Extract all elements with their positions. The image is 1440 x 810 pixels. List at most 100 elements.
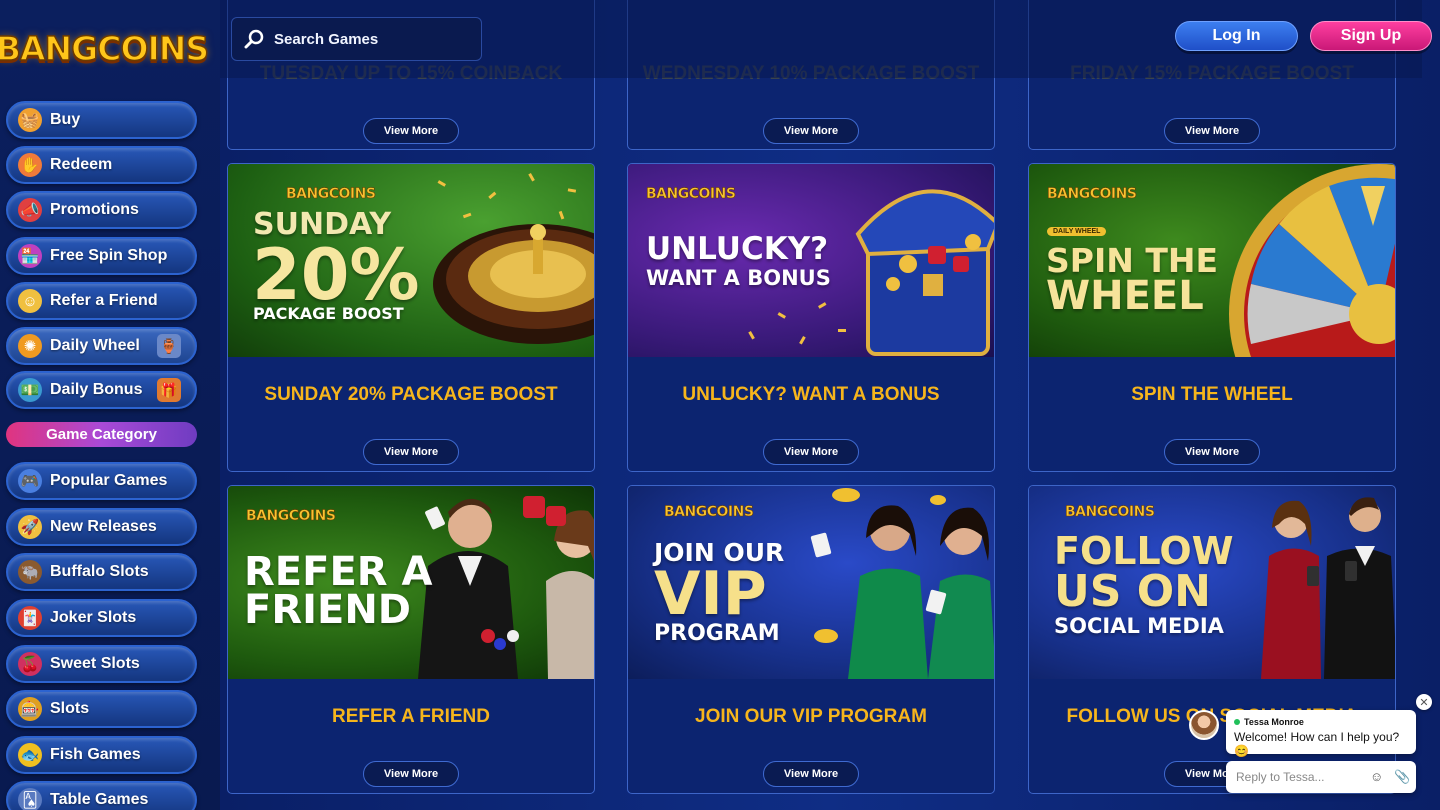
basket-icon: 🧺 xyxy=(18,108,42,132)
daily-wheel-tag: DAILY WHEEL xyxy=(1047,227,1107,236)
shop-icon: 🏪 xyxy=(18,244,42,268)
banner-line1: FOLLOW xyxy=(1054,529,1234,573)
sidebar-item-label: Daily Wheel xyxy=(50,337,140,354)
sidebar-item-label: Sweet Slots xyxy=(50,655,140,672)
chat-close-icon[interactable]: ✕ xyxy=(1416,694,1432,710)
sidebar-item-label: Free Spin Shop xyxy=(50,247,168,264)
promo-banner[interactable]: BANGCOINS SUNDAY 20% PACKAGE BOOST xyxy=(228,164,594,357)
attachment-icon[interactable]: 📎 xyxy=(1394,769,1410,785)
promo-card-sunday-boost: BANGCOINS SUNDAY 20% PACKAGE BOOST SUNDA… xyxy=(227,163,595,472)
view-more-button[interactable]: View More xyxy=(763,761,859,787)
sidebar-item-joker-slots[interactable]: 🃏 Joker Slots xyxy=(6,599,197,637)
banner-line2: VIP xyxy=(654,559,767,629)
banner-line1: REFER A xyxy=(244,549,433,595)
promo-title: UNLUCKY? WANT A BONUS xyxy=(682,384,940,405)
sidebar-item-label: Popular Games xyxy=(50,472,168,489)
sidebar-item-label: Joker Slots xyxy=(50,609,137,626)
sidebar-item-slots[interactable]: 🎰 Slots xyxy=(6,690,197,728)
sidebar-item-label: Slots xyxy=(50,700,90,717)
view-more-button[interactable]: View More xyxy=(363,118,459,144)
login-button[interactable]: Log In xyxy=(1175,21,1298,51)
view-more-button[interactable]: View More xyxy=(763,118,859,144)
signup-button[interactable]: Sign Up xyxy=(1310,21,1432,51)
hand-coin-icon: ✋ xyxy=(18,153,42,177)
sidebar-item-daily-wheel[interactable]: ✺ Daily Wheel 🏺 xyxy=(6,327,197,365)
banner-line3: PACKAGE BOOST xyxy=(253,304,404,323)
emoji-icon[interactable]: ☺ xyxy=(1370,769,1383,784)
sidebar-item-label: Redeem xyxy=(50,156,113,173)
chat-reply-input[interactable]: Reply to Tessa... ☺ 📎 xyxy=(1226,761,1416,793)
banner-brand: BANGCOINS xyxy=(1047,186,1138,203)
chat-agent-avatar[interactable] xyxy=(1189,710,1219,740)
slot-machine-icon: 🎰 xyxy=(18,697,42,721)
sidebar-item-label: New Releases xyxy=(50,518,157,535)
view-more-button[interactable]: View More xyxy=(363,761,459,787)
sidebar-item-table-games[interactable]: 🂡 Table Games xyxy=(6,781,197,810)
sidebar-item-redeem[interactable]: ✋ Redeem xyxy=(6,146,197,184)
sidebar-item-label: Daily Bonus xyxy=(50,381,143,398)
promotions-grid: TUESDAY UP TO 15% COINBACK View More WED… xyxy=(220,0,1440,810)
cards-icon: 🂡 xyxy=(18,788,42,810)
promo-title: JOIN OUR VIP PROGRAM xyxy=(695,706,927,727)
banner-line2: WANT A BONUS xyxy=(646,266,831,290)
gift-icon: 🎁 xyxy=(157,378,181,402)
prize-icon: 🏺 xyxy=(157,334,181,358)
joker-icon: 🃏 xyxy=(18,606,42,630)
banner-brand: BANGCOINS xyxy=(246,508,337,525)
view-more-button[interactable]: View More xyxy=(1164,118,1260,144)
banner-brand: BANGCOINS xyxy=(1065,504,1156,521)
promo-card-refer-friend: BANGCOINS REFER A FRIEND REFER A FRIEND … xyxy=(227,485,595,794)
game-category-header: Game Category xyxy=(6,422,197,447)
sidebar-item-promotions[interactable]: 📣 Promotions xyxy=(6,191,197,229)
online-status-icon xyxy=(1234,719,1240,725)
sidebar-item-fish-games[interactable]: 🐟 Fish Games xyxy=(6,736,197,774)
promo-banner[interactable]: BANGCOINS DAILY WHEEL SPIN THE WHEEL xyxy=(1029,164,1395,357)
logo-text: BANGCOINS xyxy=(0,28,210,69)
promo-card-unlucky-bonus: BANGCOINS UNLUCKY? WANT A BONUS UNLUCKY?… xyxy=(627,163,995,472)
chat-message-bubble[interactable]: Tessa Monroe Welcome! How can I help you… xyxy=(1226,710,1416,758)
sidebar-item-label: Table Games xyxy=(50,791,149,808)
sidebar-item-sweet-slots[interactable]: 🍒 Sweet Slots xyxy=(6,645,197,683)
agent-name-text: Tessa Monroe xyxy=(1244,717,1304,727)
sidebar-item-refer-a-friend[interactable]: ☺ Refer a Friend xyxy=(6,282,197,320)
promo-title: REFER A FRIEND xyxy=(332,706,490,727)
friend-icon: ☺ xyxy=(18,289,42,313)
gamepad-icon: 🎮 xyxy=(18,469,42,493)
chat-message-text: Welcome! How can I help you? 😊 xyxy=(1234,730,1400,758)
sidebar-item-label: Buy xyxy=(50,111,81,128)
search-input[interactable]: Search Games xyxy=(231,17,482,61)
sidebar-item-free-spin-shop[interactable]: 🏪 Free Spin Shop xyxy=(6,237,197,275)
search-placeholder: Search Games xyxy=(274,30,379,48)
sidebar: BANGCOINS 🧺 Buy ✋ Redeem 📣 Promotions 🏪 … xyxy=(0,0,220,810)
promo-title: SUNDAY 20% PACKAGE BOOST xyxy=(264,384,558,405)
rocket-icon: 🚀 xyxy=(18,515,42,539)
promo-banner[interactable]: BANGCOINS REFER A FRIEND xyxy=(228,486,594,679)
sidebar-item-daily-bonus[interactable]: 💵 Daily Bonus 🎁 xyxy=(6,371,197,409)
sidebar-item-buy[interactable]: 🧺 Buy xyxy=(6,101,197,139)
sidebar-item-label: Promotions xyxy=(50,201,139,218)
sidebar-item-label: Fish Games xyxy=(50,746,141,763)
fish-icon: 🐟 xyxy=(18,743,42,767)
promo-banner[interactable]: BANGCOINS FOLLOW US ON SOCIAL MEDIA xyxy=(1029,486,1395,679)
promo-card-vip-program: BANGCOINS JOIN OUR VIP PROGRAM JOIN OUR … xyxy=(627,485,995,794)
promo-banner[interactable]: BANGCOINS JOIN OUR VIP PROGRAM xyxy=(628,486,994,679)
megaphone-icon: 📣 xyxy=(18,198,42,222)
wheel-icon: ✺ xyxy=(18,334,42,358)
cherry-icon: 🍒 xyxy=(18,652,42,676)
banner-line2: FRIEND xyxy=(244,587,412,633)
brand-logo[interactable]: BANGCOINS xyxy=(0,26,210,70)
banner-line3: PROGRAM xyxy=(654,621,780,646)
sidebar-item-popular-games[interactable]: 🎮 Popular Games xyxy=(6,462,197,500)
sidebar-item-new-releases[interactable]: 🚀 New Releases xyxy=(6,508,197,546)
view-more-button[interactable]: View More xyxy=(1164,439,1260,465)
bonus-icon: 💵 xyxy=(18,378,42,402)
view-more-button[interactable]: View More xyxy=(763,439,859,465)
banner-brand: BANGCOINS xyxy=(664,504,755,521)
view-more-button[interactable]: View More xyxy=(363,439,459,465)
search-icon xyxy=(244,29,264,49)
banner-line3: SOCIAL MEDIA xyxy=(1054,614,1224,638)
banner-line2: US ON xyxy=(1054,566,1211,617)
banner-line2: 20% xyxy=(252,234,420,316)
sidebar-item-buffalo-slots[interactable]: 🐃 Buffalo Slots xyxy=(6,553,197,591)
promo-banner[interactable]: BANGCOINS UNLUCKY? WANT A BONUS xyxy=(628,164,994,357)
